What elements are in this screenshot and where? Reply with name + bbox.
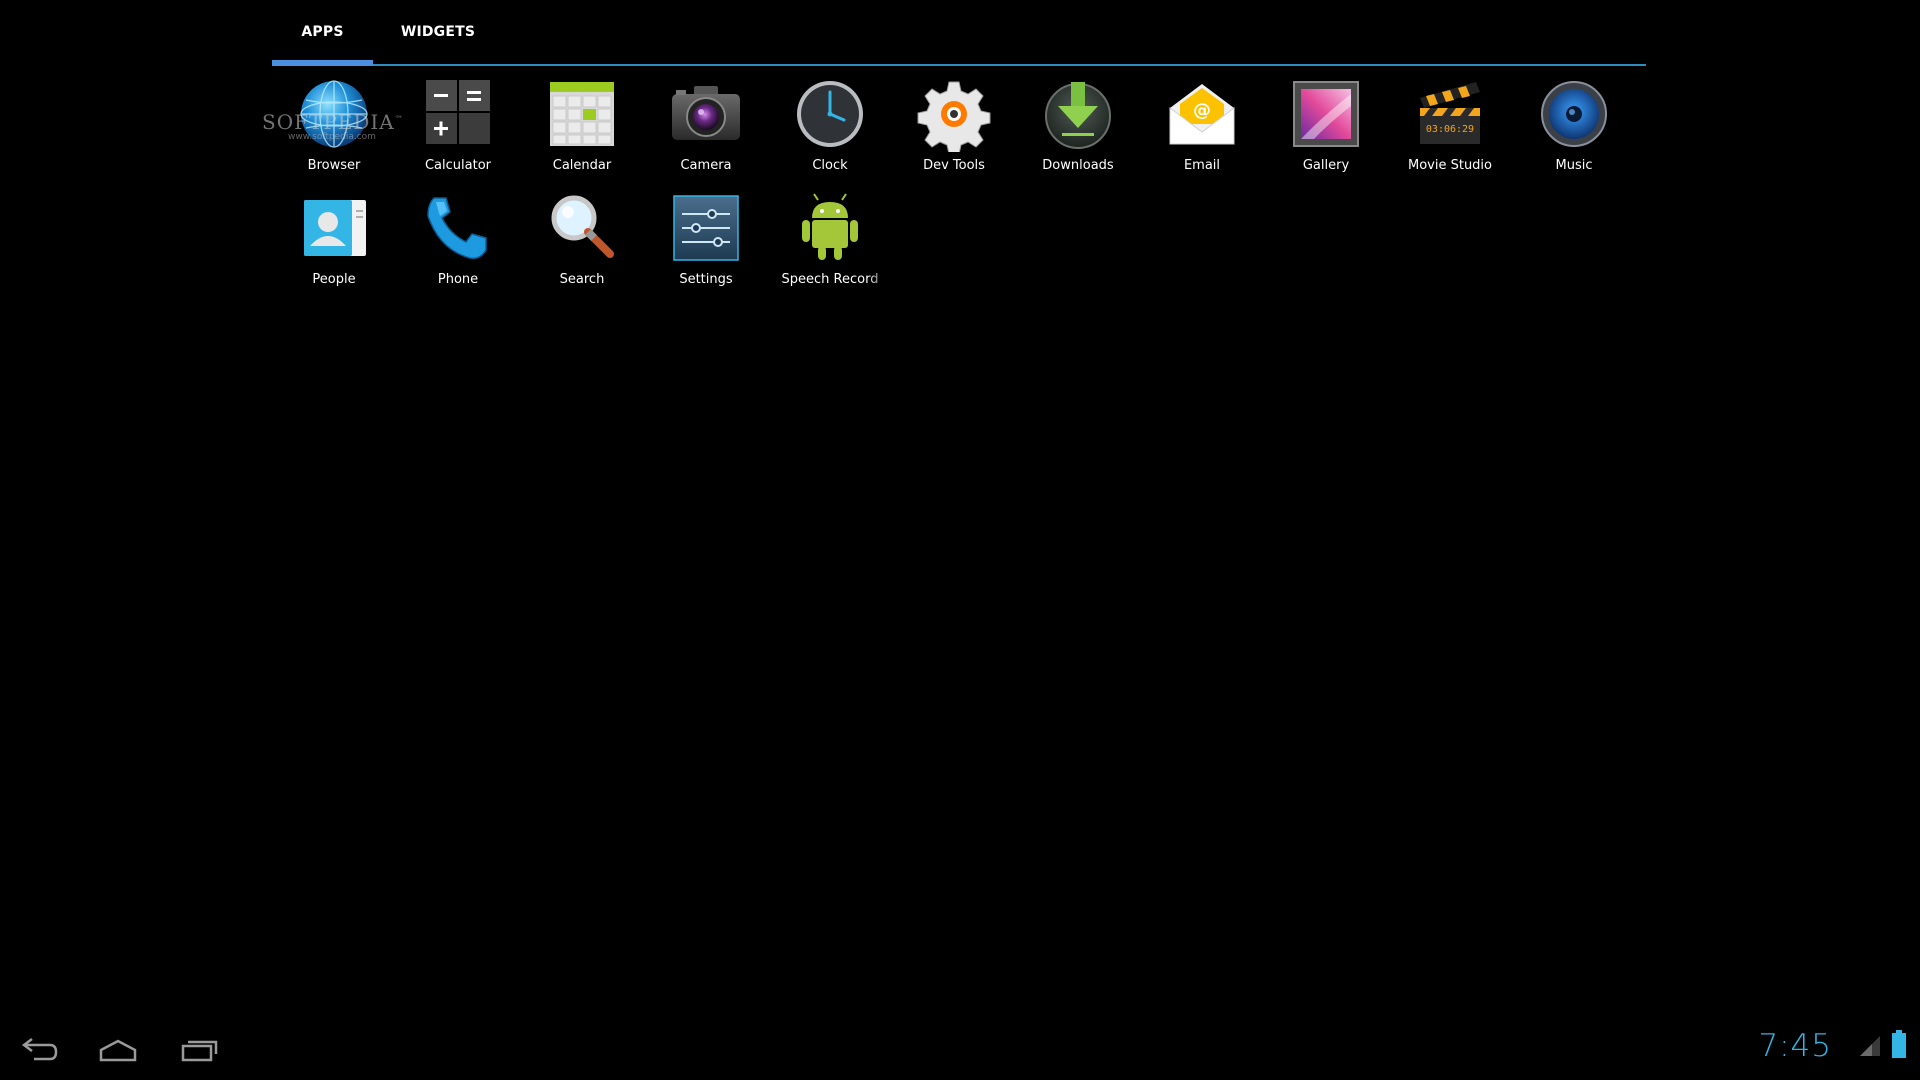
app-label: Downloads	[1042, 158, 1114, 173]
back-arrow-icon	[21, 1038, 58, 1061]
tab-bar: APPS WIDGETS	[272, 0, 1646, 66]
tab-widgets-label: WIDGETS	[400, 24, 476, 40]
download-icon	[1040, 76, 1116, 152]
svg-text:@: @	[1193, 100, 1211, 121]
tab-apps-label: APPS	[301, 24, 344, 40]
app-label: Search	[559, 272, 605, 287]
app-camera[interactable]: Camera	[644, 76, 768, 184]
tab-widgets[interactable]: WIDGETS	[383, 0, 493, 64]
app-label: Movie Studio	[1407, 158, 1492, 173]
contact-card-icon	[296, 190, 372, 266]
gear-icon	[916, 76, 992, 152]
app-calculator[interactable]: Calculator	[396, 76, 520, 184]
app-downloads[interactable]: Downloads	[1016, 76, 1140, 184]
picture-frame-icon	[1288, 76, 1364, 152]
app-label: Gallery	[1302, 158, 1350, 173]
app-email[interactable]: @ Email	[1140, 76, 1264, 184]
app-drawer-screen: APPS WIDGETS Browser Calculator Calendar…	[0, 0, 1920, 1080]
app-label: Clock	[812, 158, 848, 173]
app-calendar[interactable]: Calendar	[520, 76, 644, 184]
app-label: Phone	[437, 272, 479, 287]
globe-icon	[296, 76, 372, 152]
app-search[interactable]: Search	[520, 190, 644, 298]
app-label: People	[312, 272, 356, 287]
app-dev-tools[interactable]: Dev Tools	[892, 76, 1016, 184]
app-movie-studio[interactable]: 03:06:29 Movie Studio	[1388, 76, 1512, 184]
recent-apps-icon	[181, 1040, 218, 1062]
timecode-text: 03:06:29	[1426, 124, 1474, 135]
app-label: Calculator	[424, 158, 491, 173]
home-icon	[99, 1039, 137, 1062]
app-gallery[interactable]: Gallery	[1264, 76, 1388, 184]
speaker-icon	[1536, 76, 1612, 152]
magnifier-icon	[544, 190, 620, 266]
app-label: Browser	[307, 158, 361, 173]
app-music[interactable]: Music	[1512, 76, 1636, 184]
app-people[interactable]: People	[272, 190, 396, 298]
app-label: Dev Tools	[923, 158, 985, 173]
app-label: Settings	[679, 272, 733, 287]
app-label: Camera	[680, 158, 732, 173]
status-clock[interactable]: 7:45	[1758, 1028, 1832, 1068]
app-settings[interactable]: Settings	[644, 190, 768, 298]
camera-icon	[668, 76, 744, 152]
envelope-icon: @	[1164, 76, 1240, 152]
battery-icon	[1892, 1030, 1906, 1058]
signal-strength-icon	[1860, 1036, 1880, 1056]
app-browser[interactable]: Browser	[272, 76, 396, 184]
app-label: Music	[1555, 158, 1593, 173]
calendar-icon	[544, 76, 620, 152]
back-button[interactable]	[10, 1030, 70, 1070]
sliders-icon	[668, 190, 744, 266]
app-clock[interactable]: Clock	[768, 76, 892, 184]
tab-apps[interactable]: APPS	[272, 0, 373, 66]
home-button[interactable]	[88, 1030, 148, 1070]
calculator-icon	[420, 76, 496, 152]
system-navigation-bar: 7:45	[0, 1020, 1920, 1080]
android-robot-icon	[792, 190, 868, 266]
recent-apps-button[interactable]	[170, 1030, 230, 1070]
app-label: Email	[1183, 158, 1221, 173]
app-speech-record[interactable]: Speech Record	[768, 190, 892, 298]
app-label: Calendar	[552, 158, 612, 173]
clock-icon	[792, 76, 868, 152]
phone-handset-icon	[420, 190, 496, 266]
clapperboard-icon: 03:06:29	[1412, 76, 1488, 152]
app-phone[interactable]: Phone	[396, 190, 520, 298]
app-label: Speech Record	[781, 272, 879, 287]
